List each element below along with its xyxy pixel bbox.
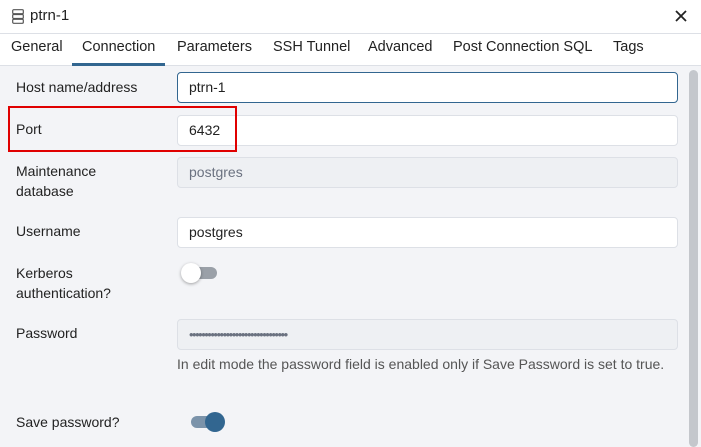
dialog-titlebar: ptrn-1 <box>0 0 701 34</box>
tab-connection[interactable]: Connection <box>72 34 166 66</box>
maintenance-db-input: postgres <box>177 157 678 188</box>
kerberos-toggle-knob <box>181 263 201 283</box>
kerberos-label-line2: authentication? <box>16 285 111 301</box>
save-password-toggle-knob <box>205 412 225 432</box>
username-label: Username <box>16 223 81 239</box>
maintenance-db-label-line2: database <box>16 183 74 199</box>
host-input[interactable]: ptrn-1 <box>177 72 678 103</box>
maintenance-db-label-line1: Maintenance <box>16 163 97 179</box>
server-icon <box>12 9 24 24</box>
host-label: Host name/address <box>16 79 138 95</box>
password-input: •••••••••••••••••••••••••••••••• <box>177 319 678 350</box>
tab-tags[interactable]: Tags <box>613 34 644 66</box>
tab-ssh-tunnel[interactable]: SSH Tunnel <box>273 34 350 66</box>
connection-form: Host name/address ptrn-1 Port 6432 Maint… <box>0 66 686 447</box>
tab-parameters[interactable]: Parameters <box>177 34 252 66</box>
kerberos-label-line1: Kerberos <box>16 265 73 281</box>
tab-advanced[interactable]: Advanced <box>368 34 433 66</box>
scrollbar-thumb[interactable] <box>689 70 698 447</box>
dialog-title: ptrn-1 <box>30 7 70 24</box>
port-label: Port <box>16 121 42 137</box>
password-help-text: In edit mode the password field is enabl… <box>177 356 665 372</box>
close-icon[interactable] <box>671 6 691 26</box>
port-input[interactable]: 6432 <box>177 115 678 146</box>
tab-post-connection-sql[interactable]: Post Connection SQL <box>453 34 592 66</box>
save-password-toggle[interactable] <box>187 411 225 433</box>
username-input[interactable]: postgres <box>177 217 678 248</box>
scrollbar[interactable] <box>686 66 701 447</box>
kerberos-toggle[interactable] <box>181 262 219 284</box>
save-password-label: Save password? <box>16 414 120 430</box>
tab-bar: General Connection Parameters SSH Tunnel… <box>0 34 701 66</box>
tab-general[interactable]: General <box>11 34 63 66</box>
password-label: Password <box>16 325 78 341</box>
